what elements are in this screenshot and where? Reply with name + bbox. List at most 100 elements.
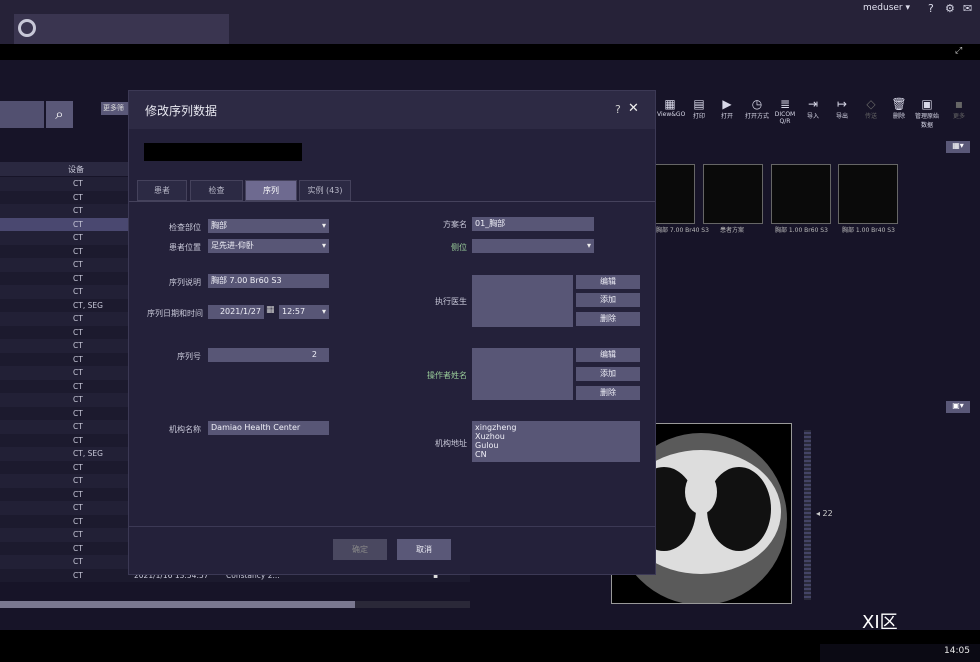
- device-cell: CT: [73, 314, 83, 323]
- laterality-select[interactable]: [472, 239, 594, 253]
- performing-physician-list[interactable]: [472, 275, 573, 327]
- series-time-field[interactable]: 12:57: [279, 305, 329, 319]
- tool-open-with[interactable]: ◷ 打开方式: [744, 97, 770, 120]
- message-icon[interactable]: ✉: [963, 2, 972, 15]
- slice-slider[interactable]: [804, 430, 811, 600]
- more-filter-button[interactable]: 更多筛: [101, 102, 129, 115]
- edit-physician-button[interactable]: 编辑: [576, 275, 640, 289]
- series-thumbnail[interactable]: [838, 164, 898, 224]
- slice-indicator: ◂ 22: [816, 509, 833, 518]
- device-cell: CT: [73, 516, 83, 526]
- protocol-label: 方案名: [443, 220, 467, 229]
- close-icon[interactable]: ✕: [628, 101, 639, 116]
- patient-position-select[interactable]: 足先进-仰卧: [208, 239, 329, 253]
- device-cell: CT: [73, 260, 83, 269]
- watermark: XI区: [862, 612, 898, 633]
- add-physician-button[interactable]: 添加: [576, 293, 640, 307]
- device-cell: CT: [73, 287, 83, 296]
- maximize-icon[interactable]: ⤢: [955, 46, 962, 56]
- tab-instances[interactable]: 实例 (43): [299, 180, 351, 201]
- user-menu[interactable]: meduser ▾: [863, 3, 910, 13]
- device-cell: CT, SEG: [73, 449, 103, 458]
- series-thumbnail[interactable]: [650, 164, 695, 224]
- device-cell: CT: [73, 368, 83, 377]
- device-cell: CT: [73, 206, 83, 215]
- device-column-header: 设备: [68, 165, 84, 174]
- app-tab[interactable]: [14, 14, 229, 44]
- dialog-footer-divider: [129, 526, 655, 527]
- device-cell: CT: [73, 327, 83, 337]
- device-cell: CT: [73, 273, 83, 283]
- tool-raw-data[interactable]: ▣ 管理原始数据: [914, 97, 940, 129]
- search-input[interactable]: [0, 101, 44, 128]
- series-date-field[interactable]: 2021/1/27: [208, 305, 264, 319]
- tool-delete[interactable]: 🗑 删除: [886, 97, 912, 120]
- address-line: Xuzhou: [475, 432, 505, 441]
- thumbnail-label: 胸部 1.00 Br40 S3: [842, 227, 895, 234]
- device-cell: CT: [73, 246, 83, 256]
- help-icon[interactable]: ?: [928, 2, 934, 15]
- clock: 14:05: [944, 646, 970, 656]
- dialog-title: 修改序列数据: [145, 104, 218, 118]
- protocol-field[interactable]: 01_胸部: [472, 217, 594, 231]
- gear-icon[interactable]: ⚙: [945, 2, 955, 15]
- institution-field[interactable]: Damiao Health Center: [208, 421, 329, 435]
- device-cell: CT: [73, 557, 83, 566]
- series-desc-label: 序列说明: [169, 278, 201, 287]
- thumbnail-label: 胸部 1.00 Br60 S3: [775, 227, 828, 234]
- series-thumbnail[interactable]: [771, 164, 831, 224]
- device-cell: CT: [73, 435, 83, 445]
- body-part-select[interactable]: 胸部: [208, 219, 329, 233]
- viewer-layout-button[interactable]: ▣▾: [946, 401, 970, 413]
- series-desc-field[interactable]: 胸部 7.00 Br60 S3: [208, 274, 329, 288]
- operator-list[interactable]: [472, 348, 573, 400]
- device-cell: CT: [73, 503, 83, 512]
- edit-operator-button[interactable]: 编辑: [576, 348, 640, 362]
- delete-operator-button[interactable]: 删除: [576, 386, 640, 400]
- device-cell: CT, SEG: [73, 300, 103, 310]
- device-cell: CT: [73, 422, 83, 431]
- performing-physician-label: 执行医生: [435, 297, 467, 306]
- series-datetime-label: 序列日期和时间: [147, 309, 203, 318]
- delete-physician-button[interactable]: 删除: [576, 312, 640, 326]
- tab-divider: [129, 201, 655, 202]
- series-number-stepper[interactable]: 2: [208, 348, 329, 362]
- device-cell: CT: [73, 219, 83, 229]
- address-line: xingzheng: [475, 423, 517, 432]
- tool-import[interactable]: ⇥ 导入: [800, 97, 826, 120]
- device-cell: CT: [73, 341, 83, 350]
- tab-patient[interactable]: 患者: [137, 180, 187, 201]
- device-cell: CT: [73, 462, 83, 472]
- thumbnail-label: 患者方案: [720, 227, 745, 234]
- device-cell: CT: [73, 381, 83, 391]
- calendar-icon[interactable]: ▦: [266, 305, 275, 315]
- device-cell: CT: [73, 395, 83, 404]
- layout-grid-button[interactable]: ▦▾: [946, 141, 970, 153]
- series-thumbnail[interactable]: [703, 164, 763, 224]
- tool-viewgo[interactable]: ▦ View&GO: [657, 97, 685, 118]
- add-operator-button[interactable]: 添加: [576, 367, 640, 381]
- tool-export[interactable]: ↦ 导出: [829, 97, 855, 120]
- device-cell: CT: [73, 543, 83, 553]
- device-cell: CT: [73, 476, 83, 485]
- device-cell: CT: [73, 179, 83, 188]
- tool-print[interactable]: ▤ 打印: [686, 97, 712, 120]
- device-cell: CT: [73, 570, 83, 580]
- series-number-label: 序列号: [177, 352, 201, 361]
- tool-open[interactable]: ▶ 打开: [714, 97, 740, 120]
- search-icon[interactable]: ⌕: [46, 101, 73, 128]
- tool-transfer[interactable]: ◇ 传送: [858, 97, 884, 120]
- horizontal-scrollbar[interactable]: [0, 601, 355, 608]
- institution-address-field[interactable]: xingzheng Xuzhou Gulou CN: [472, 421, 640, 462]
- app-logo-icon: [18, 19, 36, 37]
- laterality-label: 侧位: [451, 243, 467, 252]
- device-cell: CT: [73, 192, 83, 202]
- tool-dicom-qr[interactable]: ≣ DICOM Q/R: [772, 97, 798, 125]
- cancel-button[interactable]: 取消: [397, 539, 451, 560]
- tab-study[interactable]: 检查: [190, 180, 243, 201]
- help-icon[interactable]: ?: [615, 103, 621, 116]
- patient-position-label: 患者位置: [169, 243, 201, 252]
- tab-series[interactable]: 序列: [245, 180, 297, 201]
- tool-more[interactable]: ▪ 更多: [946, 97, 972, 120]
- ok-button[interactable]: 确定: [333, 539, 387, 560]
